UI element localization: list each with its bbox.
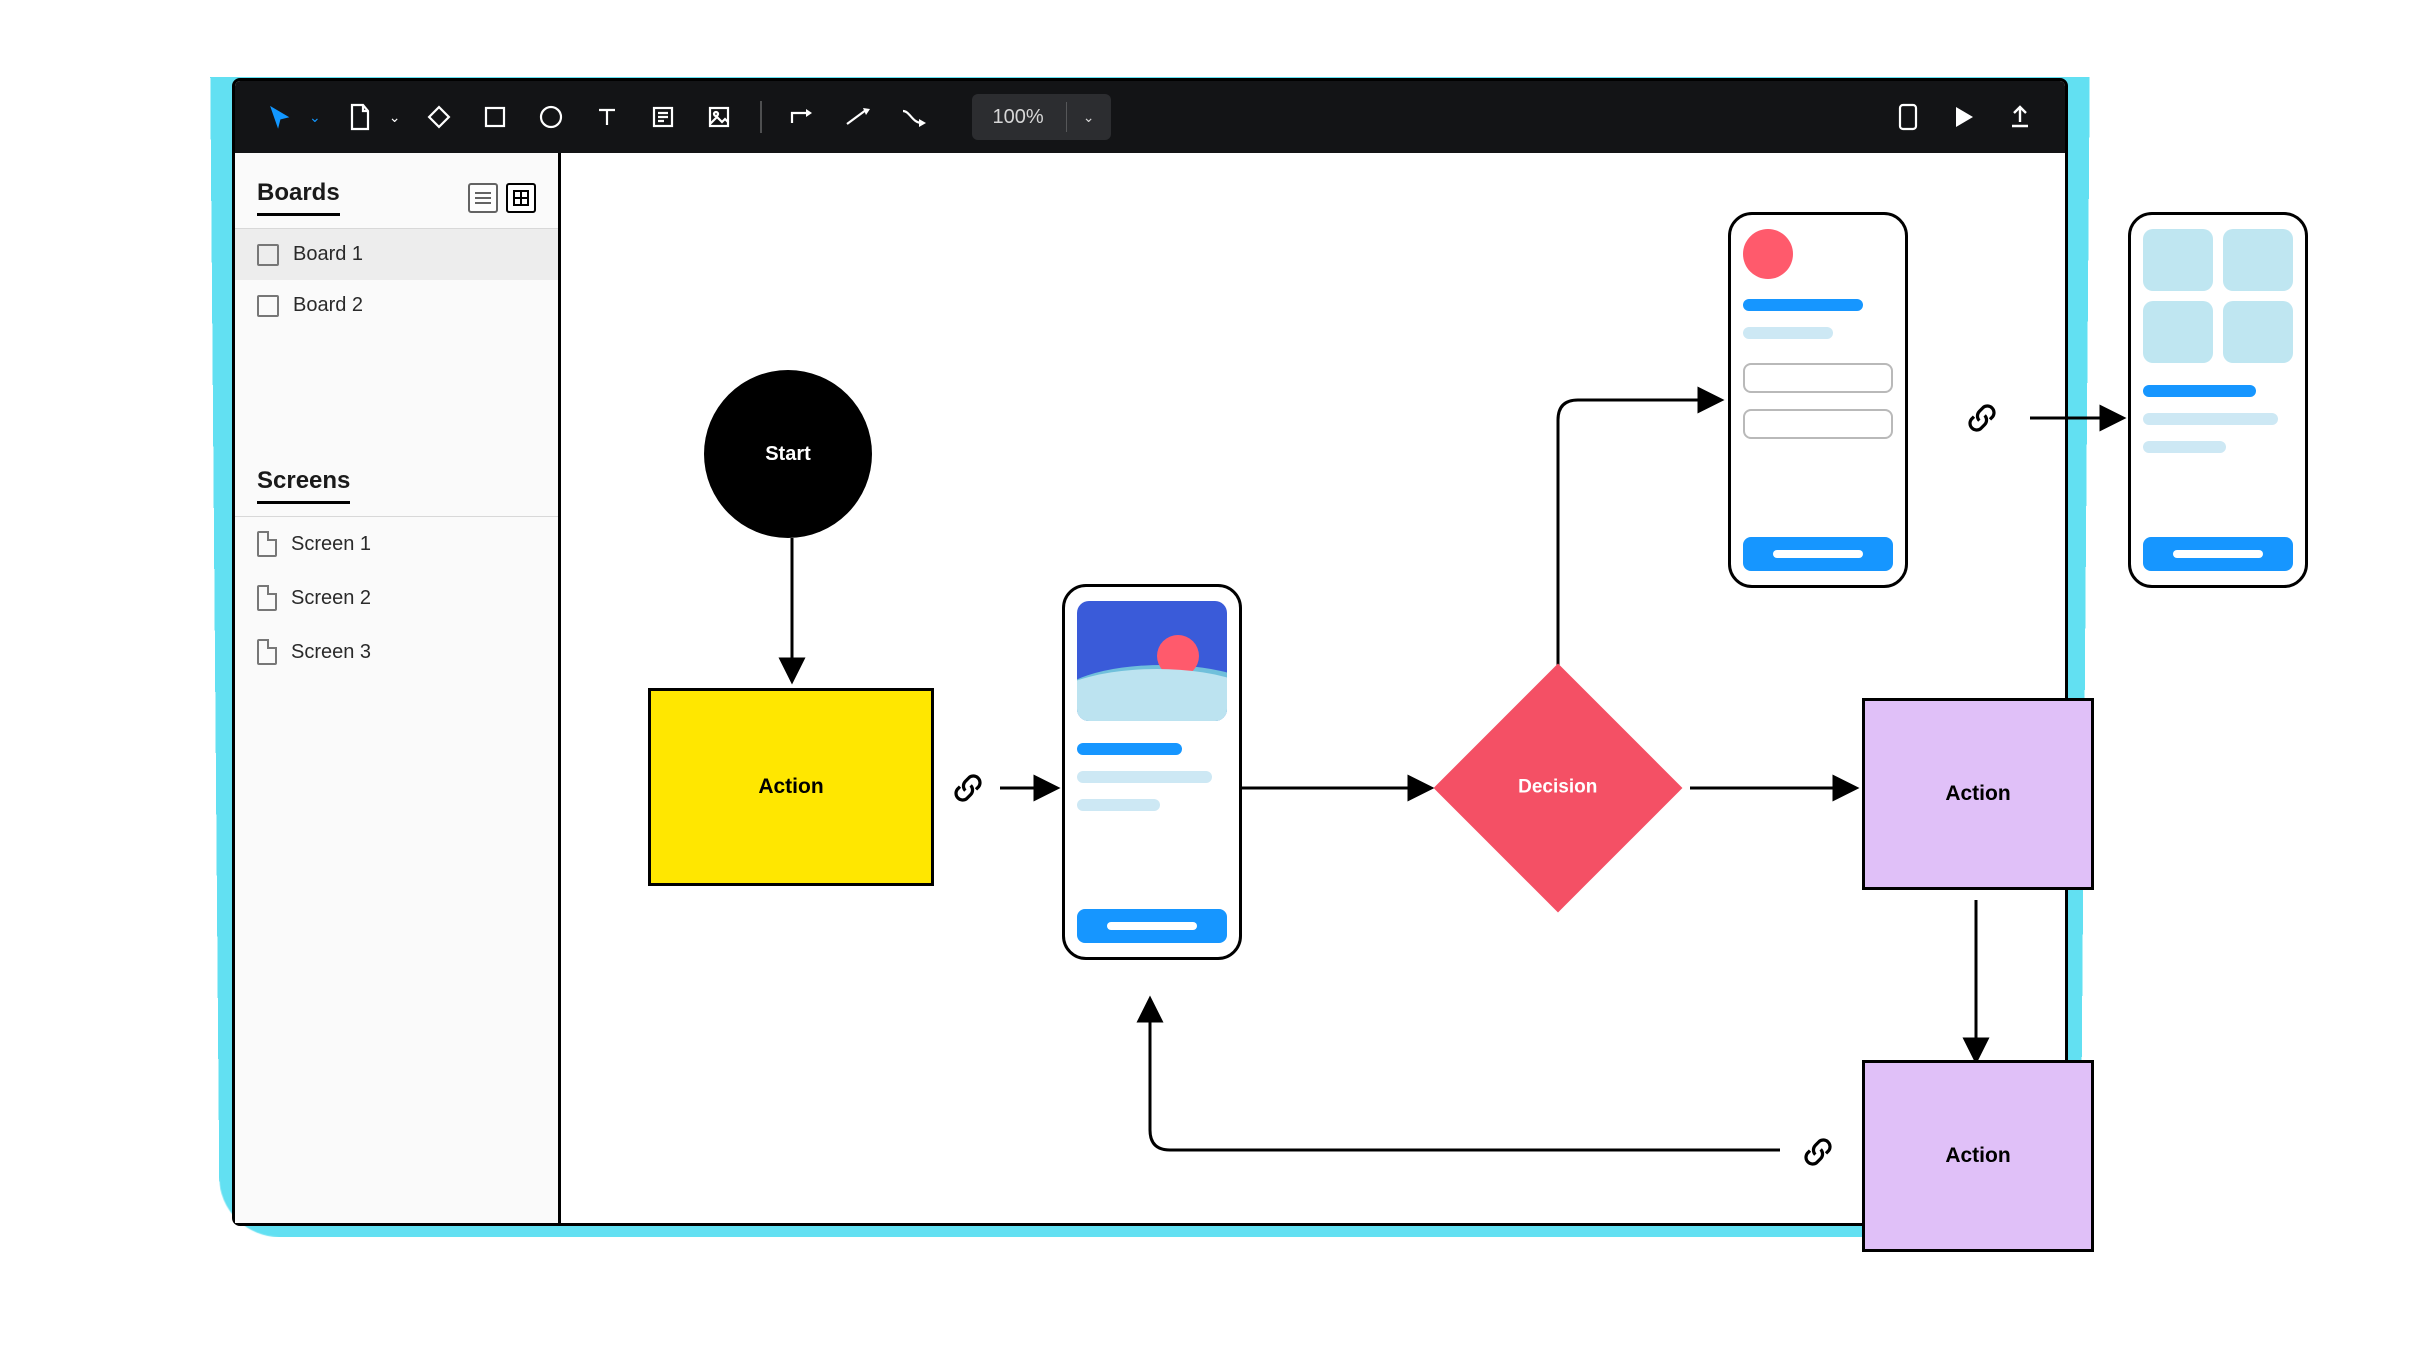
- screen-icon: [257, 585, 277, 611]
- decision-label: Decision: [1518, 777, 1597, 799]
- action-node-yellow[interactable]: Action: [648, 688, 934, 886]
- screen-primary-button: [1743, 537, 1893, 571]
- board-icon: [257, 244, 279, 266]
- input-placeholder: [1743, 363, 1893, 393]
- input-placeholder: [1743, 409, 1893, 439]
- new-document-tool[interactable]: [337, 94, 383, 140]
- hero-image: [1077, 601, 1227, 721]
- link-icon[interactable]: [1800, 1134, 1836, 1170]
- sidebar: Boards Board 1 Board 2 Scre: [235, 153, 561, 1223]
- avatar-placeholder: [1743, 229, 1793, 279]
- screen-label: Screen 1: [291, 533, 371, 556]
- pointer-tool-chevron-icon[interactable]: ⌄: [309, 109, 321, 126]
- action-label: Action: [758, 775, 823, 799]
- grid-view-toggle[interactable]: [506, 183, 536, 213]
- board-label: Board 1: [293, 243, 363, 266]
- straight-connector-tool[interactable]: [836, 94, 882, 140]
- board-item[interactable]: Board 1: [235, 229, 558, 280]
- link-icon[interactable]: [1964, 400, 2000, 436]
- screen-mock-hero[interactable]: [1062, 584, 1242, 960]
- action-node-purple-1[interactable]: Action: [1862, 698, 2094, 890]
- play-button[interactable]: [1941, 94, 1987, 140]
- text-tool[interactable]: [584, 94, 630, 140]
- screen-primary-button: [2143, 537, 2293, 571]
- screen-item[interactable]: Screen 1: [235, 517, 558, 571]
- screen-mock-grid[interactable]: [2128, 212, 2308, 588]
- screen-label: Screen 2: [291, 587, 371, 610]
- start-label: Start: [765, 443, 811, 466]
- board-item[interactable]: Board 2: [235, 280, 558, 331]
- action-node-purple-2[interactable]: Action: [1862, 1060, 2094, 1252]
- diamond-shape-tool[interactable]: [416, 94, 462, 140]
- note-tool[interactable]: [640, 94, 686, 140]
- list-view-toggle[interactable]: [468, 183, 498, 213]
- document-tool-chevron-icon[interactable]: ⌄: [389, 109, 401, 126]
- pointer-tool[interactable]: [257, 94, 303, 140]
- start-node[interactable]: Start: [704, 370, 872, 538]
- action-label: Action: [1945, 782, 2010, 806]
- zoom-chevron-icon[interactable]: ⌄: [1067, 109, 1111, 126]
- board-label: Board 2: [293, 294, 363, 317]
- zoom-control[interactable]: 100% ⌄: [972, 94, 1110, 140]
- screen-primary-button: [1077, 909, 1227, 943]
- image-tool[interactable]: [696, 94, 742, 140]
- upload-button[interactable]: [1997, 94, 2043, 140]
- screen-icon: [257, 531, 277, 557]
- board-icon: [257, 295, 279, 317]
- link-icon[interactable]: [950, 770, 986, 806]
- ellipse-shape-tool[interactable]: [528, 94, 574, 140]
- screens-title: Screens: [257, 467, 350, 504]
- toolbar: ⌄ ⌄: [235, 81, 2065, 153]
- screen-item[interactable]: Screen 3: [235, 625, 558, 679]
- boards-section-header: Boards: [235, 153, 558, 229]
- screen-item[interactable]: Screen 2: [235, 571, 558, 625]
- device-preview-button[interactable]: [1885, 94, 1931, 140]
- screen-label: Screen 3: [291, 641, 371, 664]
- rectangle-shape-tool[interactable]: [472, 94, 518, 140]
- screens-section-header: Screens: [235, 441, 558, 517]
- action-label: Action: [1945, 1144, 2010, 1168]
- screen-icon: [257, 639, 277, 665]
- curved-connector-tool[interactable]: [892, 94, 938, 140]
- toolbar-separator: [760, 101, 762, 133]
- elbow-connector-tool[interactable]: [780, 94, 826, 140]
- zoom-value: 100%: [972, 106, 1065, 129]
- screen-mock-form[interactable]: [1728, 212, 1908, 588]
- boards-title: Boards: [257, 179, 340, 216]
